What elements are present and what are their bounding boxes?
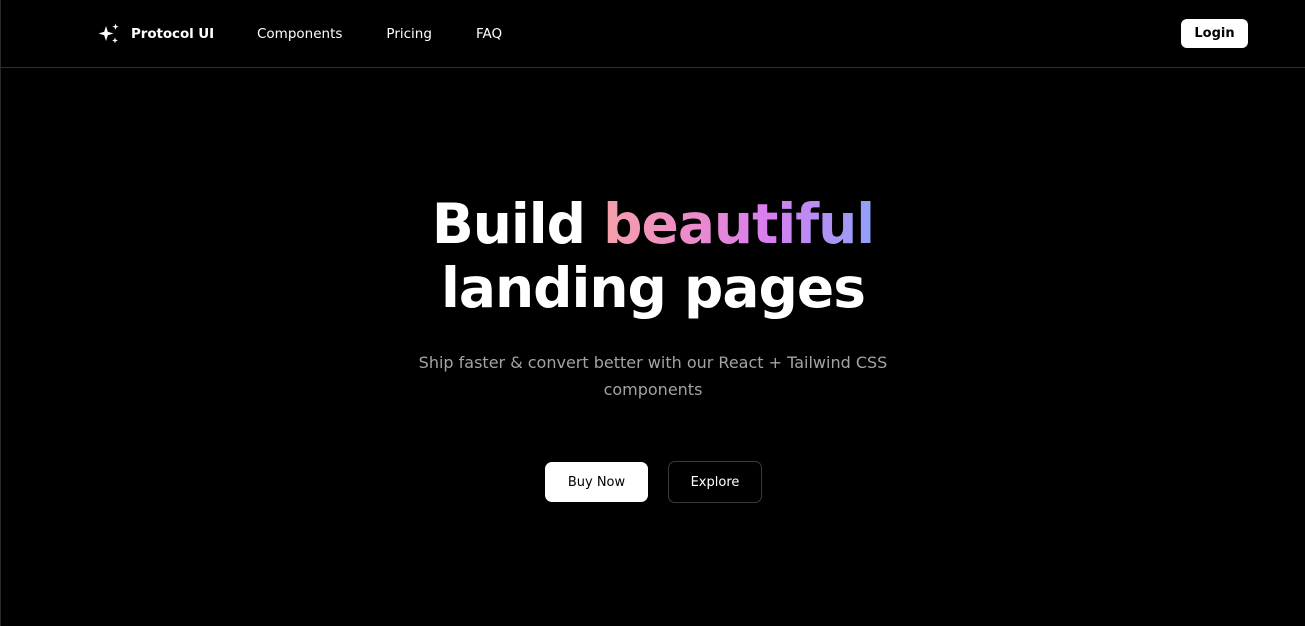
brand-logo-link[interactable]: Protocol UI bbox=[97, 22, 214, 46]
buy-now-button[interactable]: Buy Now bbox=[545, 462, 648, 502]
nav-link-faq[interactable]: FAQ bbox=[476, 24, 502, 44]
nav-link-pricing[interactable]: Pricing bbox=[386, 24, 432, 44]
sparkles-icon bbox=[98, 23, 119, 44]
main-nav: Components Pricing FAQ bbox=[257, 24, 546, 44]
top-navbar: Protocol UI Components Pricing FAQ Login bbox=[1, 0, 1305, 68]
hero-title: Build beautiful landing pages bbox=[1, 192, 1305, 320]
nav-link-components[interactable]: Components bbox=[257, 24, 342, 44]
login-button[interactable]: Login bbox=[1181, 19, 1248, 48]
brand-name: Protocol UI bbox=[131, 26, 215, 42]
hero-subtitle: Ship faster & convert better with our Re… bbox=[418, 353, 888, 399]
hero-title-line-2: landing pages bbox=[441, 256, 866, 320]
hero-title-prefix: Build bbox=[431, 192, 586, 256]
hero-section: Build beautiful landing pages Ship faste… bbox=[1, 69, 1305, 626]
cta-buttons: Buy Now Explore bbox=[545, 461, 762, 503]
landing-page: Protocol UI Components Pricing FAQ Login… bbox=[0, 0, 1305, 626]
hero-title-highlight: beautiful bbox=[603, 192, 875, 256]
explore-button[interactable]: Explore bbox=[668, 461, 762, 503]
hero-title-line-1: Build beautiful bbox=[1, 192, 1305, 256]
